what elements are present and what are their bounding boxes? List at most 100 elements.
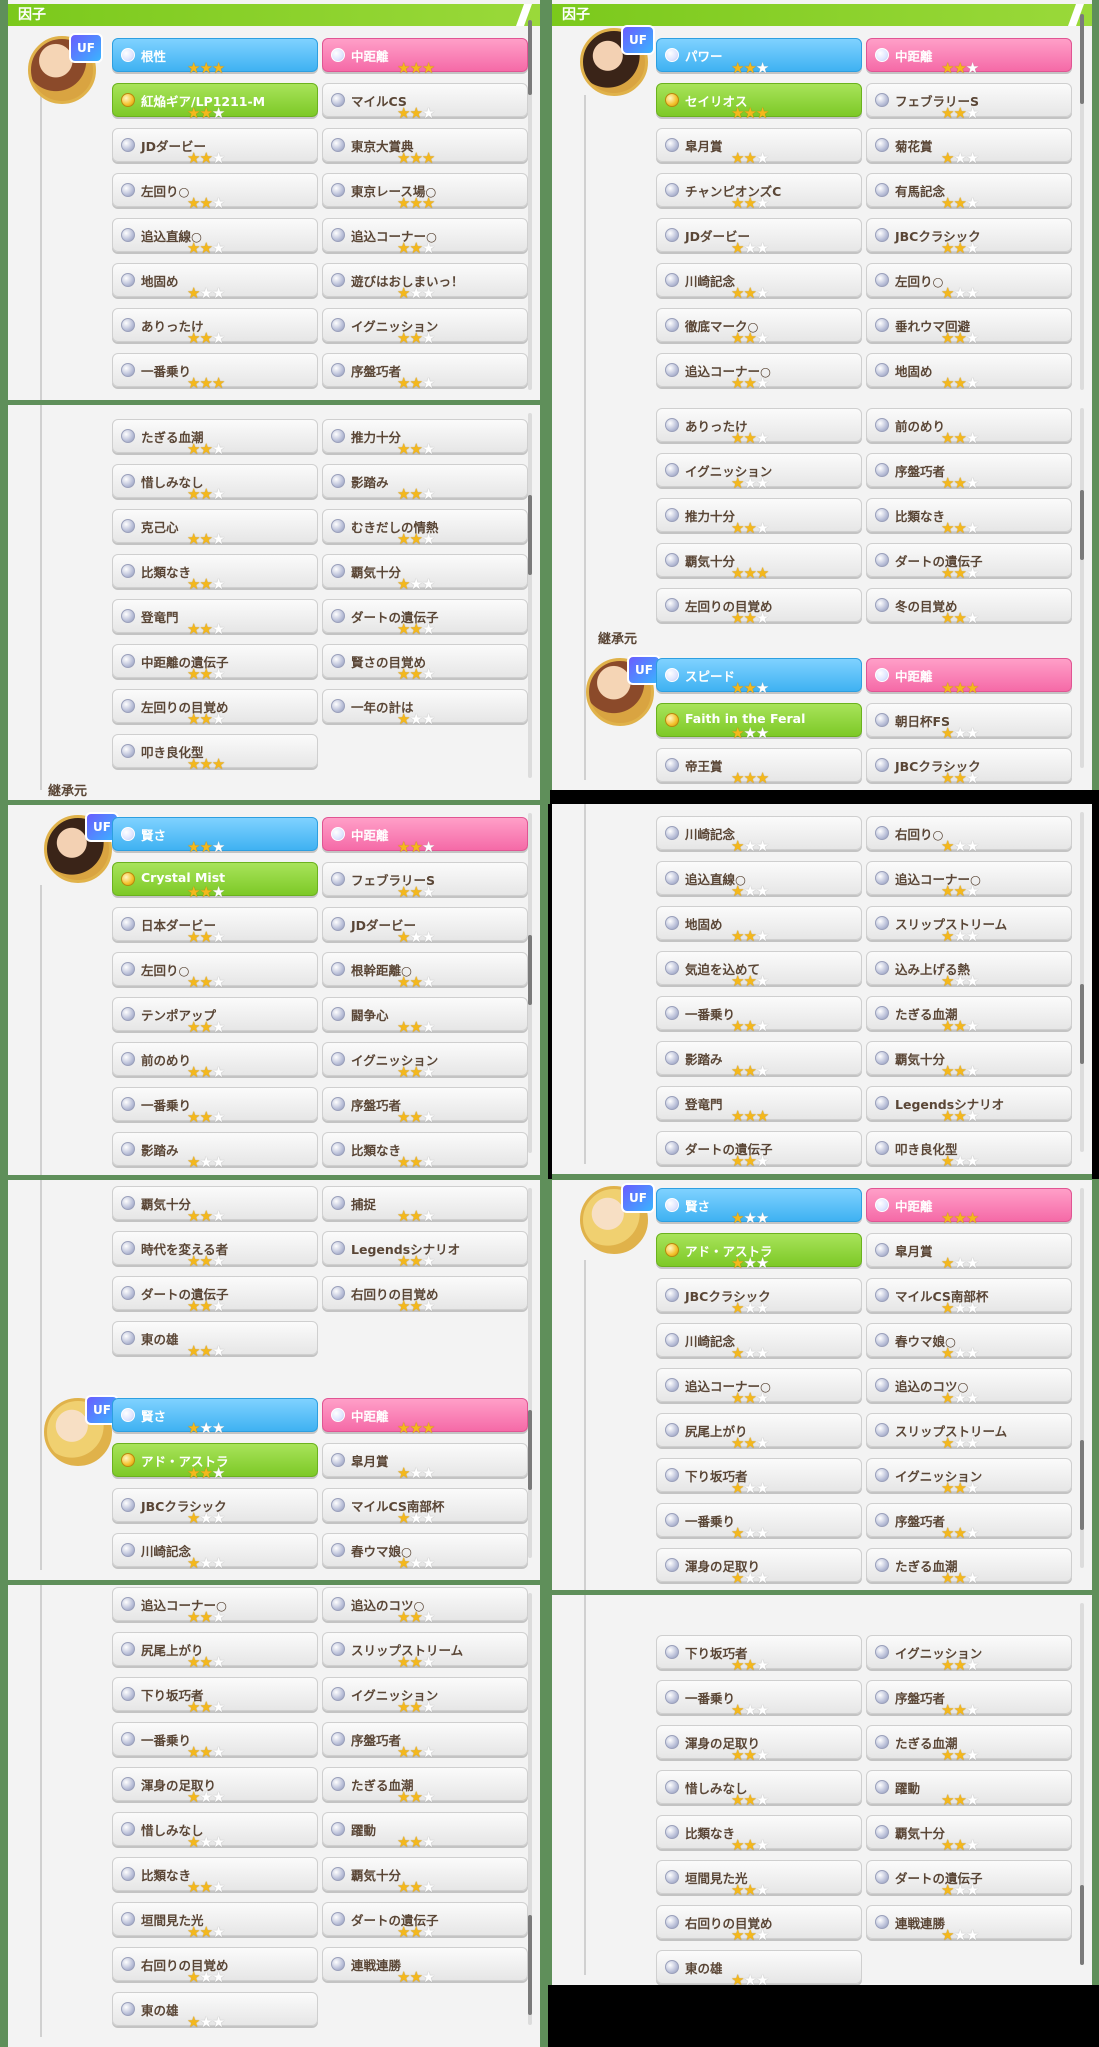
- factor-card[interactable]: 比類なき ★★★: [866, 498, 1072, 536]
- factor-card[interactable]: 皐月賞 ★★★: [322, 1443, 528, 1481]
- character-avatar[interactable]: UF: [44, 1395, 119, 1466]
- factor-card[interactable]: Legendsシナリオ ★★★: [866, 1086, 1072, 1124]
- factor-card[interactable]: 中距離 ★★★: [866, 658, 1072, 696]
- factor-card[interactable]: JBCクラシック ★★★: [656, 1278, 862, 1316]
- factor-card[interactable]: 東の雄 ★★★: [112, 1992, 318, 2030]
- factor-card[interactable]: セイリオス ★★★: [656, 83, 862, 121]
- factor-card[interactable]: 覇気十分 ★★★: [866, 1041, 1072, 1079]
- factor-card[interactable]: 比類なき ★★★: [656, 1815, 862, 1853]
- factor-card[interactable]: 帝王賞 ★★★: [656, 748, 862, 786]
- factor-card[interactable]: 追込のコツ○ ★★★: [322, 1587, 528, 1625]
- factor-card[interactable]: 賢さ ★★★: [112, 1398, 318, 1436]
- factor-card[interactable]: 覇気十分 ★★★: [866, 1815, 1072, 1853]
- factor-card[interactable]: 尻尾上がり ★★★: [112, 1632, 318, 1670]
- factor-card[interactable]: 徹底マーク○ ★★★: [656, 308, 862, 346]
- factor-card[interactable]: 覇気十分 ★★★: [322, 1857, 528, 1895]
- factor-card[interactable]: 日本ダービー ★★★: [112, 907, 318, 945]
- factor-card[interactable]: 賢さの目覚め ★★★: [322, 644, 528, 682]
- factor-card[interactable]: 渾身の足取り ★★★: [112, 1767, 318, 1805]
- factor-card[interactable]: ダートの遺伝子 ★★★: [866, 543, 1072, 581]
- factor-card[interactable]: 右回りの目覚め ★★★: [656, 1905, 862, 1943]
- factor-card[interactable]: 前のめり ★★★: [112, 1042, 318, 1080]
- factor-card[interactable]: 追込コーナー○ ★★★: [656, 1368, 862, 1406]
- factor-card[interactable]: 叩き良化型 ★★★: [866, 1131, 1072, 1169]
- factor-card[interactable]: 左回りの目覚め ★★★: [112, 689, 318, 727]
- factor-card[interactable]: 惜しみなし ★★★: [112, 464, 318, 502]
- factor-card[interactable]: たぎる血潮 ★★★: [866, 1548, 1072, 1586]
- factor-card[interactable]: 躍動 ★★★: [866, 1770, 1072, 1808]
- factor-card[interactable]: 垣間見た光 ★★★: [112, 1902, 318, 1940]
- factor-card[interactable]: 序盤巧者 ★★★: [866, 453, 1072, 491]
- factor-card[interactable]: 右回り○ ★★★: [866, 816, 1072, 854]
- factor-card[interactable]: 覇気十分 ★★★: [656, 543, 862, 581]
- scrollbar-thumb[interactable]: [528, 1410, 532, 1490]
- factor-card[interactable]: 闘争心 ★★★: [322, 997, 528, 1035]
- scrollbar-thumb[interactable]: [1080, 1885, 1084, 1965]
- scrollbar-track[interactable]: [1080, 408, 1084, 768]
- factor-card[interactable]: テンポアップ ★★★: [112, 997, 318, 1035]
- factor-card[interactable]: スリップストリーム ★★★: [866, 906, 1072, 944]
- scrollbar-thumb[interactable]: [1080, 984, 1084, 1064]
- factor-card[interactable]: 川崎記念 ★★★: [656, 1323, 862, 1361]
- character-avatar[interactable]: UF: [580, 25, 655, 96]
- factor-card[interactable]: 川崎記念 ★★★: [112, 1533, 318, 1571]
- factor-card[interactable]: 中距離 ★★★: [866, 38, 1072, 76]
- factor-card[interactable]: 比類なき ★★★: [322, 1132, 528, 1170]
- factor-card[interactable]: 一年の計は ★★★: [322, 689, 528, 727]
- factor-card[interactable]: 右回りの目覚め ★★★: [322, 1276, 528, 1314]
- factor-card[interactable]: Legendsシナリオ ★★★: [322, 1231, 528, 1269]
- factor-card[interactable]: 遊びはおしまいっ！ ★★★: [322, 263, 528, 301]
- scrollbar-track[interactable]: [528, 1188, 532, 1558]
- factor-card[interactable]: 追込コーナー○ ★★★: [112, 1587, 318, 1625]
- factor-card[interactable]: 中距離 ★★★: [322, 1398, 528, 1436]
- factor-card[interactable]: アド・アストラ ★★★: [656, 1233, 862, 1271]
- factor-card[interactable]: 序盤巧者 ★★★: [866, 1503, 1072, 1541]
- factor-card[interactable]: イグニッション ★★★: [866, 1635, 1072, 1673]
- factor-card[interactable]: 一番乗り ★★★: [112, 353, 318, 391]
- factor-card[interactable]: 垣間見た光 ★★★: [656, 1860, 862, 1898]
- factor-card[interactable]: JDダービー ★★★: [322, 907, 528, 945]
- factor-card[interactable]: JBCクラシック ★★★: [866, 218, 1072, 256]
- factor-card[interactable]: 追込コーナー○ ★★★: [322, 218, 528, 256]
- factor-card[interactable]: イグニッション ★★★: [322, 308, 528, 346]
- factor-card[interactable]: 春ウマ娘○ ★★★: [322, 1533, 528, 1571]
- factor-card[interactable]: 追込コーナー○ ★★★: [866, 861, 1072, 899]
- factor-card[interactable]: 垂れウマ回避 ★★★: [866, 308, 1072, 346]
- factor-card[interactable]: 一番乗り ★★★: [656, 1680, 862, 1718]
- factor-card[interactable]: Crystal Mist ★★★: [112, 862, 318, 900]
- factor-card[interactable]: ダートの遺伝子 ★★★: [112, 1276, 318, 1314]
- factor-card[interactable]: 追込直線○ ★★★: [656, 861, 862, 899]
- factor-card[interactable]: JBCクラシック ★★★: [866, 748, 1072, 786]
- factor-card[interactable]: 賢さ ★★★: [112, 817, 318, 855]
- scrollbar-thumb[interactable]: [528, 935, 532, 1005]
- scrollbar-thumb[interactable]: [1080, 14, 1084, 104]
- factor-card[interactable]: 中距離 ★★★: [322, 817, 528, 855]
- factor-card[interactable]: 捕捉 ★★★: [322, 1186, 528, 1224]
- factor-card[interactable]: 中距離の遺伝子 ★★★: [112, 644, 318, 682]
- factor-card[interactable]: たぎる血潮 ★★★: [322, 1767, 528, 1805]
- factor-card[interactable]: 皐月賞 ★★★: [866, 1233, 1072, 1271]
- factor-card[interactable]: イグニッション ★★★: [656, 453, 862, 491]
- factor-card[interactable]: 下り坂巧者 ★★★: [112, 1677, 318, 1715]
- factor-card[interactable]: 賢さ ★★★: [656, 1188, 862, 1226]
- factor-card[interactable]: 比類なき ★★★: [112, 1857, 318, 1895]
- factor-card[interactable]: ダートの遺伝子 ★★★: [322, 1902, 528, 1940]
- factor-card[interactable]: 一番乗り ★★★: [656, 996, 862, 1034]
- scrollbar-thumb[interactable]: [528, 1915, 532, 2015]
- scrollbar-thumb[interactable]: [528, 20, 532, 95]
- factor-card[interactable]: マイルCS南部杯 ★★★: [866, 1278, 1072, 1316]
- factor-card[interactable]: 登竜門 ★★★: [656, 1086, 862, 1124]
- factor-card[interactable]: 一番乗り ★★★: [112, 1087, 318, 1125]
- factor-card[interactable]: たぎる血潮 ★★★: [866, 996, 1072, 1034]
- character-avatar[interactable]: UF: [580, 1183, 655, 1254]
- factor-card[interactable]: ダートの遺伝子 ★★★: [866, 1860, 1072, 1898]
- factor-card[interactable]: マイルCS南部杯 ★★★: [322, 1488, 528, 1526]
- factor-card[interactable]: JDダービー ★★★: [656, 218, 862, 256]
- factor-card[interactable]: JDダービー ★★★: [112, 128, 318, 166]
- factor-card[interactable]: スピード ★★★: [656, 658, 862, 696]
- factor-card[interactable]: 躍動 ★★★: [322, 1812, 528, 1850]
- factor-card[interactable]: アド・アストラ ★★★: [112, 1443, 318, 1481]
- factor-card[interactable]: 東の雄 ★★★: [112, 1321, 318, 1359]
- factor-card[interactable]: 朝日杯FS ★★★: [866, 703, 1072, 741]
- factor-card[interactable]: 惜しみなし ★★★: [656, 1770, 862, 1808]
